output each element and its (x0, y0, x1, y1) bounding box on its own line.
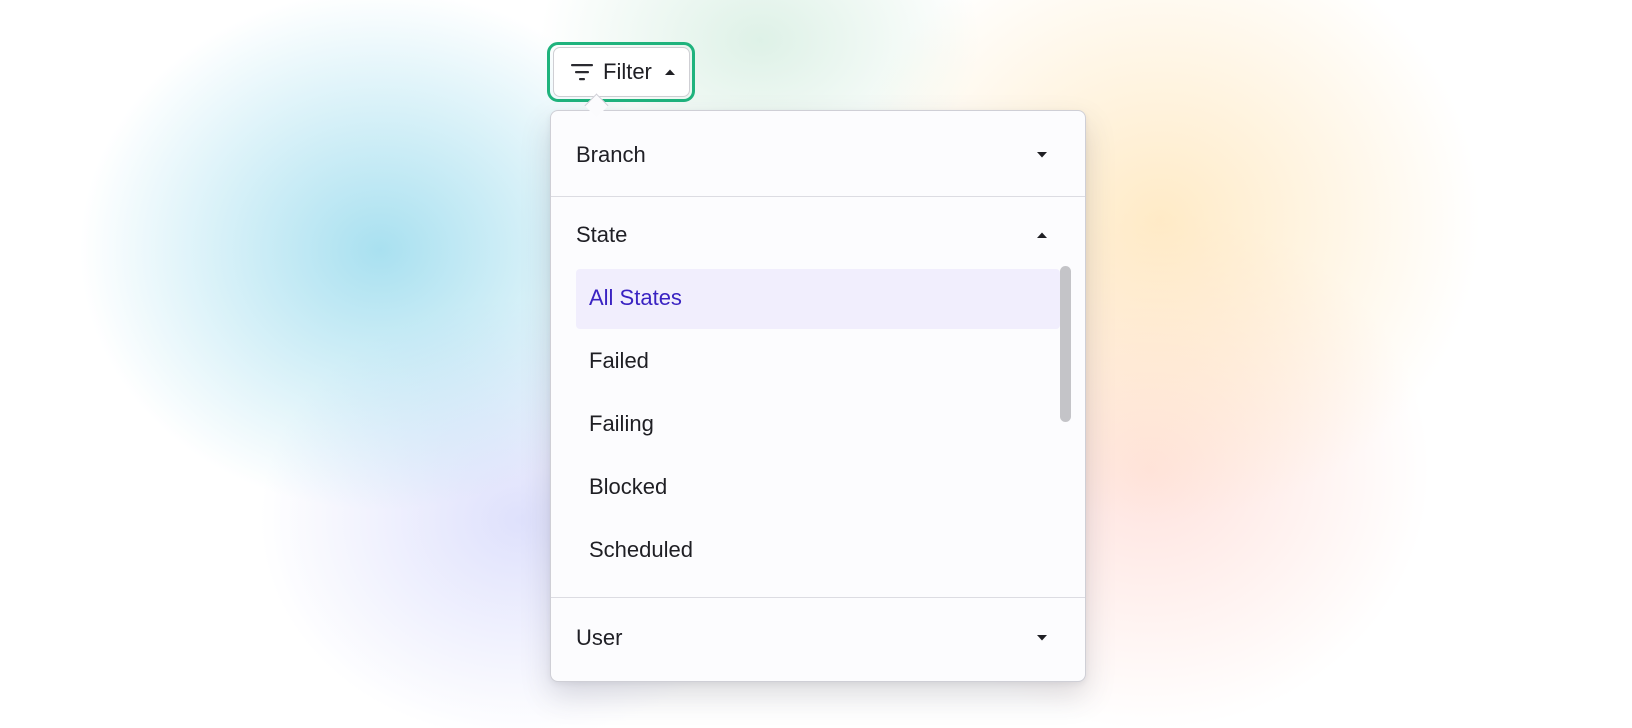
state-option-blocked[interactable]: Blocked (576, 458, 1060, 518)
section-header-user[interactable]: User (551, 598, 1085, 681)
options-scrollbar[interactable] (1060, 266, 1071, 422)
state-option-failing[interactable]: Failing (576, 395, 1060, 455)
filter-button-label: Filter (603, 59, 652, 84)
state-options-list[interactable]: All States Failed Failing Blocked Schedu… (576, 269, 1080, 559)
option-label: Failing (589, 411, 654, 436)
option-label: Blocked (589, 474, 668, 499)
state-option-failed[interactable]: Failed (576, 332, 1060, 392)
section-label-state: State (576, 222, 628, 247)
section-label-user: User (576, 625, 623, 650)
option-label: Scheduled (589, 537, 693, 559)
option-label: Failed (589, 348, 649, 373)
filter-button[interactable]: Filter (553, 47, 690, 97)
caret-down-icon (1037, 635, 1047, 641)
caret-up-icon (665, 69, 675, 75)
filter-lines-icon (571, 64, 593, 81)
section-header-branch[interactable]: Branch (551, 111, 1085, 197)
state-option-all-states[interactable]: All States (576, 269, 1060, 329)
section-header-state[interactable]: State (551, 197, 1085, 269)
section-label-branch: Branch (576, 142, 646, 167)
filter-dropdown-panel: Branch State All States Failed Failing B… (550, 110, 1086, 682)
caret-up-icon (1037, 232, 1047, 238)
caret-down-icon (1037, 152, 1047, 158)
state-option-scheduled[interactable]: Scheduled (576, 521, 1060, 559)
option-label: All States (589, 285, 682, 310)
